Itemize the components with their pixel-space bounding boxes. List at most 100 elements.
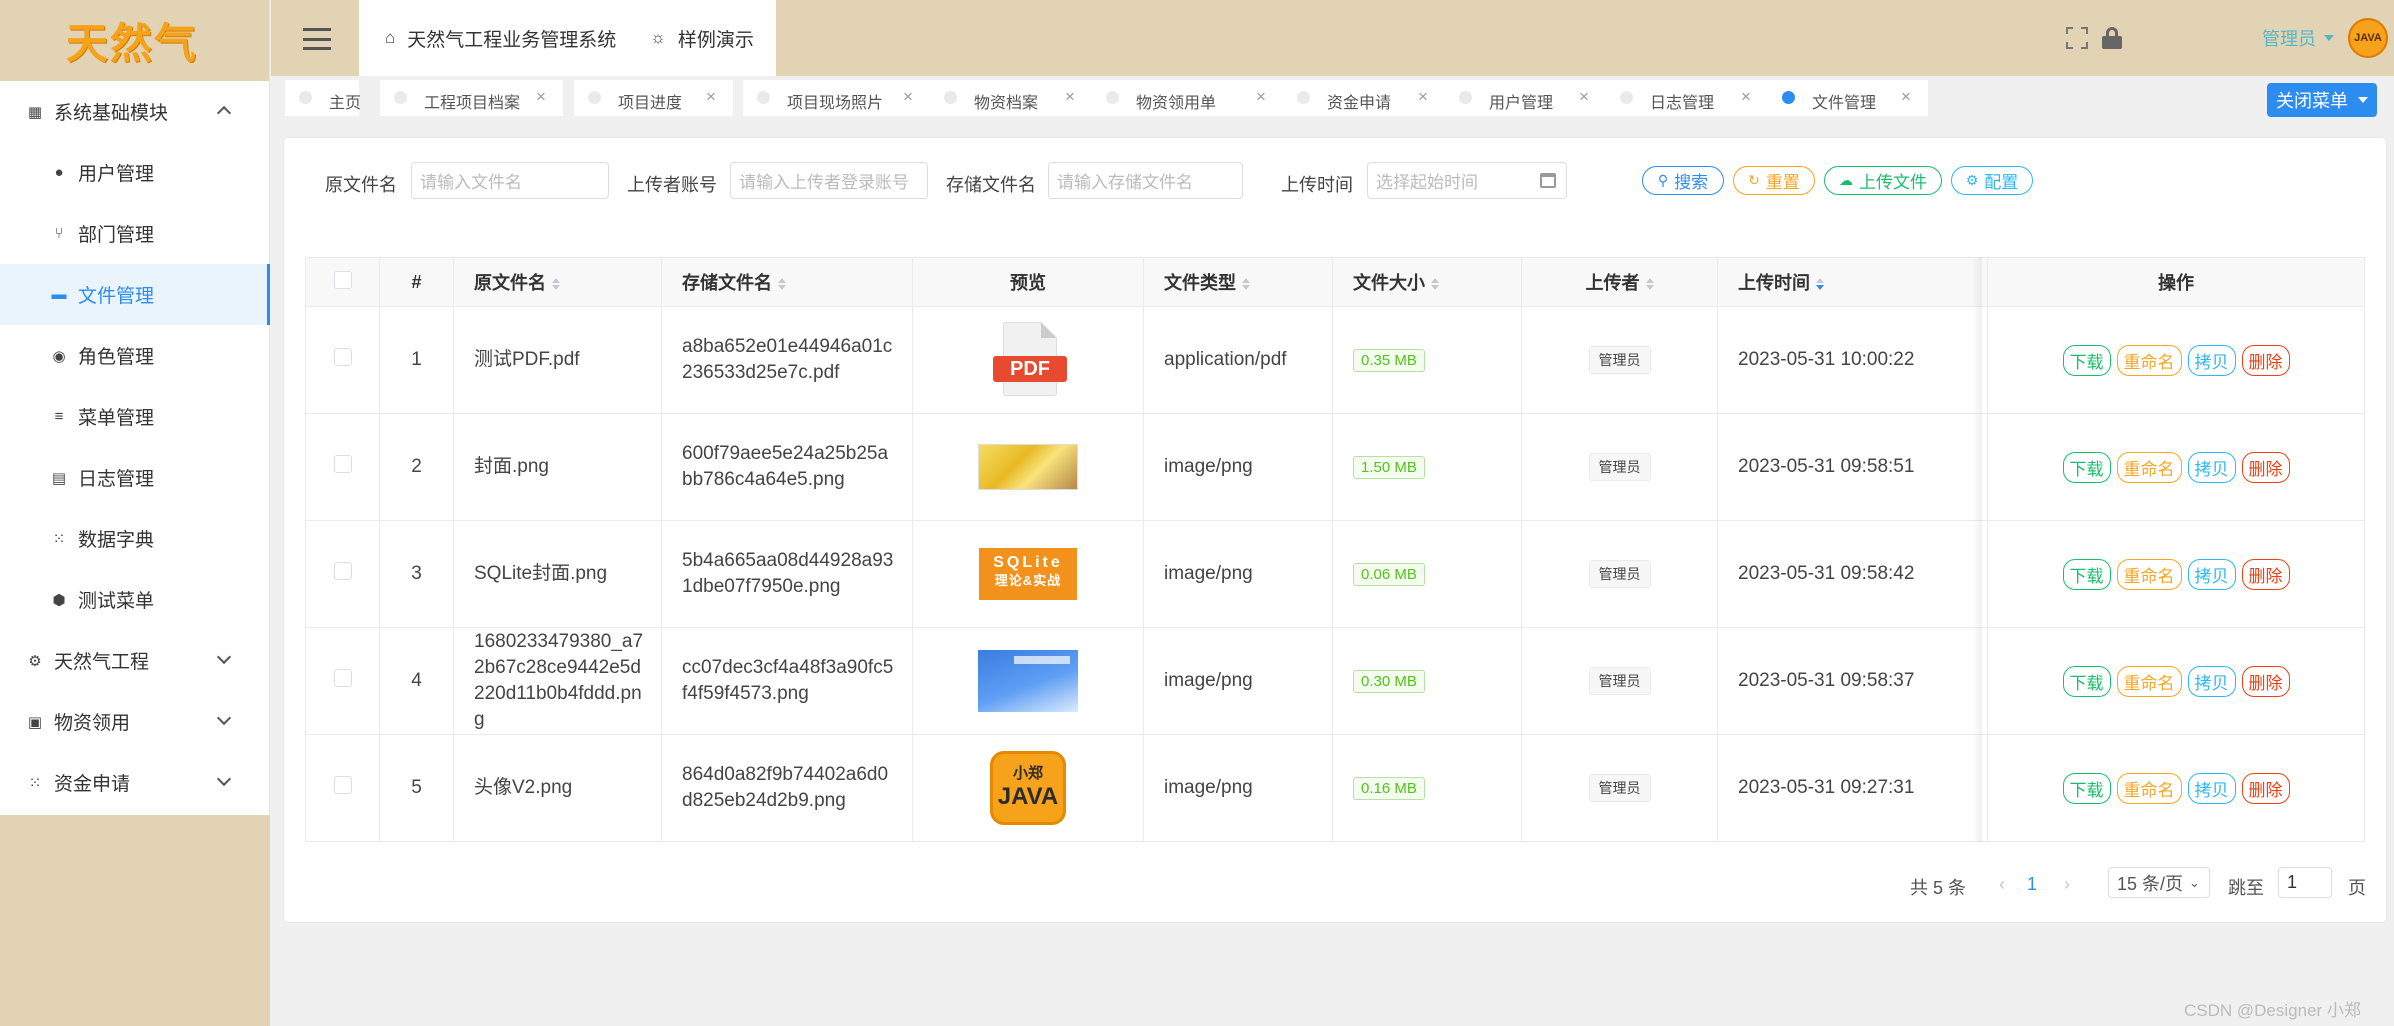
jump-page-input[interactable]: 1: [2278, 867, 2332, 898]
col-orig-name[interactable]: 原文件名: [453, 257, 662, 307]
rename-button[interactable]: 重命名: [2116, 558, 2182, 590]
chevron-down-icon[interactable]: [2324, 35, 2334, 41]
col-uploader[interactable]: 上传者: [1521, 257, 1718, 307]
upload-file-button[interactable]: ☁ 上传文件: [1824, 166, 1942, 195]
reset-button[interactable]: ↻ 重置: [1733, 166, 1815, 195]
close-icon[interactable]: ×: [536, 87, 546, 107]
search-button[interactable]: ⚲ 搜索: [1642, 166, 1724, 195]
sidebar-item-2[interactable]: ⑂ 部门管理: [0, 203, 269, 264]
sidebar-item-11[interactable]: ⁙ 资金申请: [0, 752, 269, 813]
user-menu[interactable]: 管理员: [2262, 25, 2316, 51]
chevron-down-icon[interactable]: [216, 771, 232, 787]
col-store-name[interactable]: 存储文件名: [661, 257, 913, 307]
copy-button[interactable]: 拷贝: [2187, 772, 2236, 804]
rename-button[interactable]: 重命名: [2116, 344, 2182, 376]
sidebar-item-10[interactable]: ▣ 物资领用: [0, 691, 269, 752]
sidebar-item-4[interactable]: ◉ 角色管理: [0, 325, 269, 386]
fullscreen-icon[interactable]: [2066, 27, 2088, 49]
sort-icon[interactable]: [1645, 278, 1654, 291]
uploader-input[interactable]: 请输入上传者登录账号: [730, 162, 928, 199]
image-preview[interactable]: [978, 650, 1078, 712]
copy-button[interactable]: 拷贝: [2187, 344, 2236, 376]
avatar[interactable]: JAVA: [2348, 18, 2388, 58]
chevron-down-icon[interactable]: [216, 649, 232, 665]
sort-icon[interactable]: [1431, 278, 1439, 291]
page-tab-6[interactable]: 资金申请 ×: [1283, 80, 1445, 116]
select-all-checkbox[interactable]: [333, 270, 352, 289]
image-preview[interactable]: 小郑 JAVA: [990, 751, 1066, 825]
upload-time-picker[interactable]: 选择起始时间: [1367, 162, 1567, 199]
col-type[interactable]: 文件类型: [1143, 257, 1333, 307]
page-tab-3[interactable]: 项目现场照片 ×: [743, 80, 930, 116]
page-size-select[interactable]: 15 条/页 ⌄: [2108, 867, 2210, 898]
close-icon[interactable]: ×: [903, 87, 913, 107]
chevron-down-icon[interactable]: [216, 710, 232, 726]
rename-button[interactable]: 重命名: [2116, 772, 2182, 804]
delete-button[interactable]: 删除: [2241, 451, 2290, 483]
delete-button[interactable]: 删除: [2241, 558, 2290, 590]
sidebar-item-3[interactable]: ▬ 文件管理: [0, 264, 270, 325]
sidebar-item-9[interactable]: ⚙ 天然气工程: [0, 630, 269, 691]
col-time[interactable]: 上传时间: [1717, 257, 1988, 307]
image-preview[interactable]: [978, 444, 1078, 490]
page-tab-5[interactable]: 物资领用单 ×: [1092, 80, 1283, 116]
next-page-icon[interactable]: ›: [2064, 874, 2070, 895]
store-name-input[interactable]: 请输入存储文件名: [1048, 162, 1243, 199]
download-button[interactable]: 下载: [2062, 558, 2111, 590]
lock-icon[interactable]: [2102, 27, 2122, 49]
download-button[interactable]: 下载: [2062, 772, 2111, 804]
sidebar-item-8[interactable]: ⬢ 测试菜单: [0, 569, 269, 630]
chevron-up-icon[interactable]: [216, 105, 232, 121]
page-tab-8[interactable]: 日志管理 ×: [1606, 80, 1768, 116]
orig-name-input[interactable]: 请输入文件名: [411, 162, 609, 199]
page-tab-0[interactable]: 主页: [285, 80, 361, 116]
image-preview[interactable]: SQLite 理论&实战: [979, 548, 1077, 600]
row-checkbox[interactable]: [333, 776, 352, 794]
delete-button[interactable]: 删除: [2241, 665, 2290, 697]
header-tab-home[interactable]: ⌂ 天然气工程业务管理系统: [385, 25, 616, 52]
sidebar-item-1[interactable]: ● 用户管理: [0, 142, 269, 203]
download-button[interactable]: 下载: [2062, 344, 2111, 376]
sort-icon[interactable]: [552, 278, 560, 291]
close-icon[interactable]: ×: [1065, 87, 1075, 107]
close-icon[interactable]: ×: [706, 87, 716, 107]
copy-button[interactable]: 拷贝: [2187, 665, 2236, 697]
page-tab-1[interactable]: 工程项目档案 ×: [380, 80, 563, 116]
page-tab-2[interactable]: 项目进度 ×: [574, 80, 733, 116]
app-logo[interactable]: 天然气: [0, 0, 269, 81]
row-checkbox[interactable]: [333, 669, 352, 687]
close-icon[interactable]: ×: [1741, 87, 1751, 107]
row-checkbox[interactable]: [333, 455, 352, 473]
menu-toggle-icon[interactable]: [303, 28, 331, 50]
page-tab-7[interactable]: 用户管理 ×: [1445, 80, 1606, 116]
header-tab-demo[interactable]: ☼ 样例演示: [650, 25, 754, 52]
close-icon[interactable]: ×: [1256, 87, 1266, 107]
rename-button[interactable]: 重命名: [2116, 451, 2182, 483]
download-button[interactable]: 下载: [2062, 665, 2111, 697]
prev-page-icon[interactable]: ‹: [1999, 874, 2005, 895]
page-tab-9[interactable]: 文件管理 ×: [1768, 80, 1928, 116]
row-checkbox[interactable]: [333, 562, 352, 580]
page-1[interactable]: 1: [2027, 874, 2037, 895]
sidebar-item-0[interactable]: ▦ 系统基础模块: [0, 81, 269, 142]
sidebar-item-5[interactable]: ≡ 菜单管理: [0, 386, 269, 447]
page-tab-4[interactable]: 物资档案 ×: [930, 80, 1092, 116]
download-button[interactable]: 下载: [2062, 451, 2111, 483]
delete-button[interactable]: 删除: [2241, 344, 2290, 376]
rename-button[interactable]: 重命名: [2116, 665, 2182, 697]
pdf-preview[interactable]: PDF: [993, 322, 1067, 398]
close-icon[interactable]: ×: [1418, 87, 1428, 107]
sidebar-item-7[interactable]: ⁙ 数据字典: [0, 508, 269, 569]
delete-button[interactable]: 删除: [2241, 772, 2290, 804]
close-menu-button[interactable]: 关闭菜单: [2267, 83, 2377, 117]
copy-button[interactable]: 拷贝: [2187, 451, 2236, 483]
sort-icon[interactable]: [778, 278, 786, 291]
sidebar-item-6[interactable]: ▤ 日志管理: [0, 447, 269, 508]
sort-desc-icon[interactable]: [1816, 278, 1824, 291]
close-icon[interactable]: ×: [1901, 87, 1911, 107]
row-checkbox[interactable]: [333, 348, 352, 366]
close-icon[interactable]: ×: [1579, 87, 1589, 107]
sort-icon[interactable]: [1242, 278, 1250, 291]
config-button[interactable]: ⚙ 配置: [1951, 166, 2033, 195]
copy-button[interactable]: 拷贝: [2187, 558, 2236, 590]
